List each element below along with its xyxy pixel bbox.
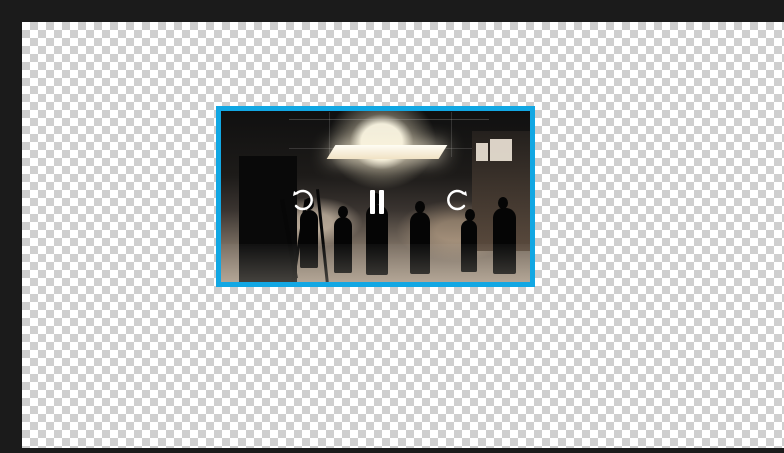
rotate-cw-icon: [447, 189, 467, 211]
forward-button[interactable]: [443, 185, 471, 213]
pause-button[interactable]: [369, 189, 385, 215]
background-window: [476, 143, 488, 161]
rewind-button[interactable]: [289, 185, 317, 213]
background-window: [490, 139, 512, 161]
ceiling-light: [326, 145, 448, 159]
rotate-ccw-icon: [293, 189, 313, 211]
studio-floor: [221, 244, 530, 282]
video-clip-selection[interactable]: [216, 106, 535, 287]
pause-icon: [370, 190, 384, 214]
